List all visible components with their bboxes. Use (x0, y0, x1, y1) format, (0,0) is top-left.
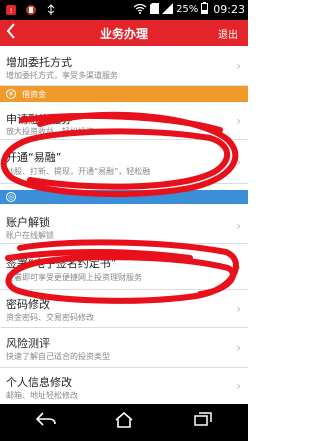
item-title: 签署“电子签名约定书” (6, 257, 117, 270)
item-subtitle: 签署即可享受更便捷网上投资理财服务 (6, 273, 142, 282)
chevron-right-icon: › (236, 219, 241, 233)
signal-icon (162, 2, 174, 17)
chevron-right-icon: › (236, 155, 241, 169)
header-bar: 业务办理 退出 (0, 20, 248, 46)
item-title: 密码修改 (6, 298, 50, 311)
chevron-right-icon: › (236, 302, 241, 316)
list-item-add-delegation[interactable]: 增加委托方式 增加委托方式，享受多渠道服务 › (0, 46, 248, 86)
system-nav-bar (0, 404, 248, 441)
section-label: 借资金 (22, 90, 46, 99)
item-subtitle: 快速了解自己适合的投资类型 (6, 352, 110, 361)
chevron-right-icon: › (236, 114, 241, 128)
wifi-icon (133, 3, 147, 17)
app-icon (23, 2, 39, 18)
item-title: 开通“易融” (6, 151, 62, 164)
item-subtitle: 炒股、打新、提现，开通“易融”，轻松融 (6, 167, 151, 176)
chevron-right-icon: › (236, 59, 241, 73)
recent-apps-icon[interactable] (194, 412, 212, 430)
usb-icon (43, 2, 59, 18)
item-title: 增加委托方式 (6, 56, 72, 69)
item-subtitle: 账户在线解锁 (6, 231, 54, 240)
battery-icon (201, 2, 209, 17)
notification-icon: ! (3, 2, 19, 18)
item-title: 个人信息修改 (6, 376, 72, 389)
item-subtitle: 资金密码、交易密码修改 (6, 313, 94, 322)
list-item-yirong[interactable]: 开通“易融” 炒股、打新、提现，开通“易融”，轻松融 › (0, 140, 248, 184)
account-icon: ◎ (6, 192, 16, 202)
list-item-account-unlock[interactable]: 账户解锁 账户在线解锁 › (0, 208, 248, 244)
item-subtitle: 邮箱、地址轻松修改 (6, 391, 78, 400)
svg-text:!: ! (10, 7, 13, 15)
section-header-borrow-funds: ¥ 借资金 (0, 86, 248, 102)
back-icon[interactable] (35, 412, 56, 430)
business-screen: ! 25% 09:23 业务办理 退出 增加委托方式 增加委托方式，享受多渠道服… (0, 0, 248, 441)
exit-button[interactable]: 退出 (218, 26, 238, 41)
status-bar: ! 25% 09:23 (0, 0, 248, 20)
list-item-password-change[interactable]: 密码修改 资金密码、交易密码修改 › (0, 290, 248, 328)
section-header-account: ◎ (0, 190, 248, 204)
item-subtitle: 增加委托方式，享受多渠道服务 (6, 71, 118, 80)
chevron-right-icon: › (236, 379, 241, 393)
list-item-margin-financing[interactable]: 申请融资融券 放大投资收益，轻松投资 › (0, 102, 248, 140)
sd-card-icon (150, 2, 160, 17)
list-item-risk-assessment[interactable]: 风险测评 快速了解自己适合的投资类型 › (0, 328, 248, 368)
home-icon[interactable] (114, 411, 134, 432)
list-item-personal-info[interactable]: 个人信息修改 邮箱、地址轻松修改 › (0, 368, 248, 404)
chevron-right-icon: › (236, 341, 241, 355)
money-icon: ¥ (6, 89, 16, 99)
list-item-e-signature[interactable]: 签署“电子签名约定书” 签署即可享受更便捷网上投资理财服务 › (0, 244, 248, 290)
item-title: 风险测评 (6, 337, 50, 350)
page-title: 业务办理 (99, 27, 148, 41)
item-subtitle: 放大投资收益，轻松投资 (6, 127, 94, 136)
item-title: 账户解锁 (6, 216, 50, 229)
battery-level: 25% (176, 4, 199, 15)
clock: 09:23 (213, 3, 245, 16)
item-title: 申请融资融券 (6, 113, 72, 126)
chevron-right-icon: › (236, 260, 241, 274)
